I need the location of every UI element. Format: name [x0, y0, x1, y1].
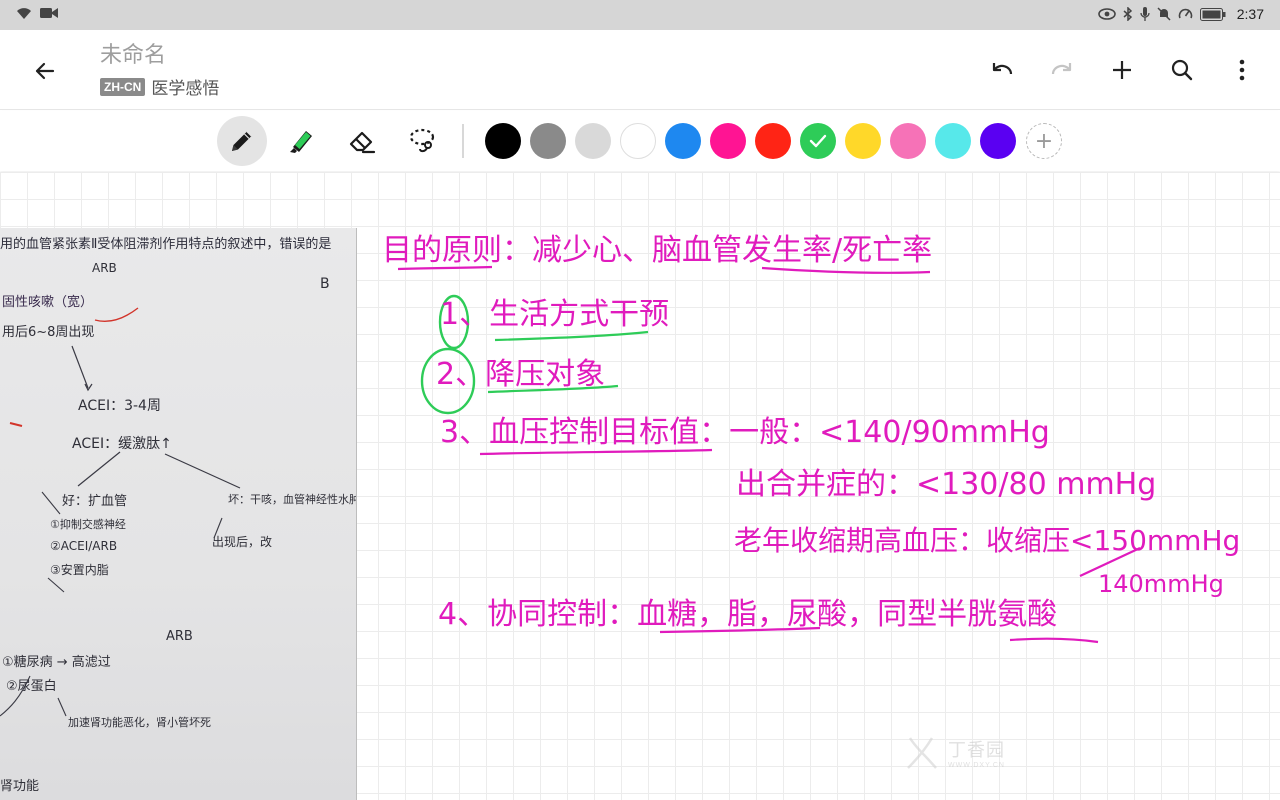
- battery-icon: [1199, 7, 1226, 21]
- lasso-icon: [409, 128, 435, 153]
- language-badge: ZH-CN: [100, 77, 146, 96]
- status-bar: 2:37: [0, 0, 1280, 30]
- check-icon: [809, 134, 827, 148]
- highlighter-tool[interactable]: [277, 116, 327, 166]
- dxy-logo-icon: [907, 737, 937, 769]
- notebook-row[interactable]: ZH-CN 医学感悟: [100, 74, 219, 99]
- status-right: 2:37: [1097, 6, 1264, 22]
- watermark-text: 丁香园: [948, 739, 1005, 761]
- color-gray[interactable]: [530, 123, 566, 159]
- ink-line: 3、血压控制目标值：一般：<140/90mmHg: [440, 415, 1050, 450]
- app-bar: 未命名 ZH-CN 医学感悟: [0, 30, 1280, 110]
- color-yellow[interactable]: [845, 123, 881, 159]
- add-color-button[interactable]: +: [1026, 123, 1062, 159]
- pen-tool[interactable]: [217, 116, 267, 166]
- ink-line: 1、生活方式干预: [440, 297, 669, 332]
- ink-line: 目的原则：减少心、脑血管发生率/死亡率: [382, 233, 932, 268]
- ink-line: 老年收缩期高血压：收缩压<150mmHg: [734, 524, 1240, 557]
- microphone-icon: [1140, 7, 1150, 21]
- watermark-sub: WWW.DXY.CN: [948, 761, 1005, 769]
- plus-icon: +: [1034, 128, 1054, 154]
- arrow-left-icon: [35, 62, 55, 80]
- search-button[interactable]: [1162, 50, 1202, 90]
- redo-button[interactable]: [1042, 50, 1082, 90]
- add-button[interactable]: [1102, 50, 1142, 90]
- watermark: 丁香园 WWW.DXY.CN: [902, 732, 1005, 772]
- ink-line: 出合并症的：<130/80 mmHg: [736, 467, 1156, 502]
- color-pink[interactable]: [890, 123, 926, 159]
- highlighter-icon: [290, 131, 312, 153]
- back-button[interactable]: [26, 52, 64, 90]
- ink-line: 140mmHg: [1098, 570, 1224, 598]
- search-icon: [1171, 59, 1193, 81]
- redo-icon: [1051, 63, 1072, 75]
- color-blue[interactable]: [665, 123, 701, 159]
- video-camera-icon: [40, 7, 58, 19]
- color-black[interactable]: [485, 123, 521, 159]
- ink-line: 2、降压对象: [436, 357, 605, 392]
- bell-off-icon: [1157, 7, 1171, 21]
- color-magenta[interactable]: [710, 123, 746, 159]
- color-violet[interactable]: [980, 123, 1016, 159]
- lasso-tool[interactable]: [397, 116, 447, 166]
- eraser-icon: [349, 131, 376, 154]
- speedometer-icon: [1178, 7, 1193, 21]
- more-vertical-icon: [1239, 59, 1245, 81]
- undo-icon: [992, 63, 1013, 75]
- bluetooth-icon: [1123, 7, 1133, 21]
- color-white[interactable]: [620, 123, 656, 159]
- more-button[interactable]: [1222, 50, 1262, 90]
- undo-button[interactable]: [982, 50, 1022, 90]
- eye-icon: [1097, 8, 1116, 20]
- color-red[interactable]: [755, 123, 791, 159]
- eraser-tool[interactable]: [337, 116, 387, 166]
- color-light-gray[interactable]: [575, 123, 611, 159]
- document-title[interactable]: 未命名: [100, 42, 219, 70]
- status-left: [16, 6, 58, 20]
- pen-icon: [232, 130, 253, 151]
- ink-line: 4、协同控制：血糖，脂，尿酸，同型半胱氨酸: [438, 597, 1057, 632]
- title-block: 未命名 ZH-CN 医学感悟: [100, 42, 219, 99]
- wifi-icon: [16, 6, 32, 20]
- add-icon: [1113, 61, 1131, 79]
- drawing-toolbar: +: [0, 111, 1280, 171]
- handwriting-layer: 目的原则：减少心、脑血管发生率/死亡率 1、生活方式干预 2、降压对象 3、血压…: [382, 233, 1240, 644]
- status-time: 2:37: [1236, 6, 1264, 22]
- toolbar-divider: [462, 124, 464, 158]
- color-green[interactable]: [800, 123, 836, 159]
- notebook-name: 医学感悟: [151, 79, 220, 99]
- app-actions: [982, 50, 1262, 90]
- note-canvas[interactable]: 用的血管紧张素Ⅱ受体阻滞剂作用特点的叙述中，错误的是 ARB B 固性咳嗽（宽）…: [0, 172, 1280, 800]
- color-cyan[interactable]: [935, 123, 971, 159]
